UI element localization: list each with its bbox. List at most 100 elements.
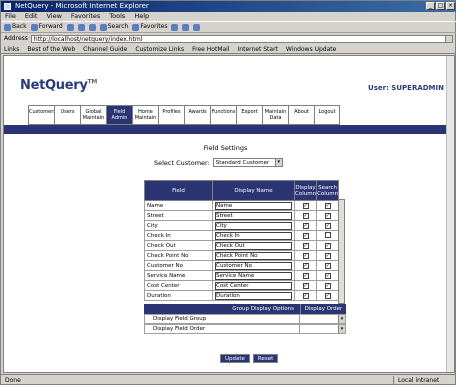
- nav-functions[interactable]: Functions: [210, 105, 236, 125]
- back-button[interactable]: Back: [4, 21, 27, 33]
- display-name-cell: Service Name: [212, 270, 295, 281]
- close-button[interactable]: ×: [446, 2, 455, 10]
- address-input[interactable]: http://localhost/netquery/index.html: [30, 35, 453, 43]
- nav-profiles[interactable]: Profiles: [158, 105, 184, 125]
- menu-help[interactable]: Help: [134, 12, 149, 21]
- favorites-button[interactable]: Favorites: [132, 21, 167, 33]
- home-button[interactable]: [88, 23, 96, 31]
- search-column-cell: ✓: [316, 270, 340, 281]
- search-checkbox[interactable]: ✓: [324, 222, 331, 229]
- nav-home-maintain[interactable]: Home Maintain: [132, 105, 158, 125]
- search-button[interactable]: Search: [99, 21, 128, 33]
- search-checkbox[interactable]: ✓: [324, 292, 331, 299]
- display-checkbox[interactable]: ✓: [302, 212, 309, 219]
- nav-global-maintain[interactable]: Global Maintain: [80, 105, 106, 125]
- link-item[interactable]: Customize Links: [135, 45, 184, 53]
- link-item[interactable]: Channel Guide: [83, 45, 127, 53]
- display-name-input[interactable]: Cost Center: [215, 281, 292, 290]
- page-scrollbar[interactable]: [446, 56, 454, 372]
- maximize-button[interactable]: □: [436, 2, 445, 10]
- search-checkbox[interactable]: ✓: [324, 282, 331, 289]
- search-checkbox[interactable]: ✓: [324, 252, 331, 259]
- search-column-cell: ✓: [316, 220, 340, 231]
- display-column-cell: ✓: [293, 270, 318, 281]
- link-item[interactable]: Windows Update: [286, 45, 336, 53]
- chevron-down-icon[interactable]: ▾: [274, 159, 282, 166]
- menu-file[interactable]: File: [5, 12, 16, 21]
- table-row: Cost Center Cost Center ✓ ✓: [144, 280, 340, 291]
- update-button[interactable]: Update: [220, 354, 250, 363]
- mail-button[interactable]: [182, 23, 190, 31]
- display-checkbox[interactable]: ✓: [302, 232, 309, 239]
- display-name-input[interactable]: Street: [215, 211, 292, 220]
- display-name-input[interactable]: Check Point No: [215, 251, 292, 260]
- reset-button[interactable]: Reset: [252, 354, 279, 363]
- netquery-logo: NetQueryTM: [20, 78, 97, 93]
- link-item[interactable]: Internet Start: [238, 45, 278, 53]
- search-checkbox[interactable]: ✓: [324, 202, 331, 209]
- nav-awards[interactable]: Awards: [184, 105, 210, 125]
- search-checkbox[interactable]: ✓: [324, 272, 331, 279]
- nav-export[interactable]: Export: [236, 105, 262, 125]
- display-name-input[interactable]: Duration: [215, 291, 292, 300]
- menu-edit[interactable]: Edit: [25, 12, 38, 21]
- display-name-input[interactable]: Check Out: [215, 241, 292, 250]
- display-name-cell: Check Out: [212, 240, 295, 251]
- main-nav: Customers Users Global Maintain Field Ad…: [28, 105, 340, 125]
- nav-customers[interactable]: Customers: [28, 105, 56, 125]
- print-button[interactable]: [193, 23, 201, 31]
- display-checkbox[interactable]: ✓: [302, 272, 309, 279]
- nav-about[interactable]: About: [288, 105, 314, 125]
- search-checkbox[interactable]: ✓: [324, 212, 331, 219]
- search-column-cell: ✓: [316, 250, 340, 261]
- display-checkbox[interactable]: ✓: [302, 262, 309, 269]
- display-checkbox[interactable]: ✓: [302, 252, 309, 259]
- link-item[interactable]: Best of the Web: [27, 45, 75, 53]
- table-row: City City ✓ ✓: [144, 220, 340, 231]
- history-button[interactable]: [171, 23, 179, 31]
- window-title: NetQuery - Microsoft Internet Explorer: [15, 2, 149, 10]
- chevron-down-icon[interactable]: [445, 36, 452, 42]
- search-checkbox[interactable]: ✓: [324, 242, 331, 249]
- display-checkbox[interactable]: ✓: [302, 202, 309, 209]
- display-column-cell: ✓: [293, 230, 318, 241]
- field-settings-table: Field Display Name Display Column Search…: [144, 180, 340, 301]
- link-item[interactable]: Free HotMail: [192, 45, 229, 53]
- display-name-input[interactable]: Service Name: [215, 271, 292, 280]
- display-checkbox[interactable]: ✓: [302, 292, 309, 299]
- chevron-down-icon[interactable]: ▾: [338, 315, 345, 323]
- display-checkbox[interactable]: ✓: [302, 222, 309, 229]
- field-name-cell: Service Name: [144, 270, 213, 281]
- menu-favorites[interactable]: Favorites: [71, 12, 100, 21]
- nav-field-admin[interactable]: Field Admin: [106, 105, 132, 125]
- nav-logout[interactable]: Logout: [314, 105, 340, 125]
- refresh-button[interactable]: [77, 23, 85, 31]
- nav-maintain-data[interactable]: Maintain Data: [262, 105, 288, 125]
- display-checkbox[interactable]: ✓: [302, 242, 309, 249]
- chevron-down-icon[interactable]: ▾: [338, 325, 345, 333]
- user-label: User: SUPERADMIN: [368, 84, 444, 92]
- stop-button[interactable]: [66, 23, 74, 31]
- customer-select[interactable]: Standard Customer ▾: [212, 158, 283, 167]
- display-column-cell: ✓: [293, 220, 318, 231]
- display-name-input[interactable]: Name: [215, 201, 292, 210]
- search-checkbox[interactable]: [324, 231, 331, 238]
- display-name-input[interactable]: City: [215, 221, 292, 230]
- search-checkbox[interactable]: ✓: [324, 262, 331, 269]
- forward-button[interactable]: Forward: [30, 21, 63, 33]
- group-order-select[interactable]: ▾: [299, 325, 345, 333]
- minimize-button[interactable]: _: [426, 2, 435, 10]
- customer-label: Select Customer:: [154, 158, 210, 167]
- display-name-input[interactable]: Customer No: [215, 261, 292, 270]
- group-order-select[interactable]: ▾: [299, 315, 345, 323]
- table-scrollbar[interactable]: [338, 199, 345, 304]
- display-column-cell: ✓: [293, 290, 318, 301]
- display-checkbox[interactable]: ✓: [302, 282, 309, 289]
- display-name-cell: Check Point No: [212, 250, 295, 261]
- menu-view[interactable]: View: [46, 12, 61, 21]
- status-text: Done: [5, 377, 21, 384]
- display-name-input[interactable]: Check In: [215, 231, 292, 240]
- nav-users[interactable]: Users: [54, 105, 80, 125]
- menu-tools[interactable]: Tools: [109, 12, 125, 21]
- column-header: Search Column: [316, 180, 340, 201]
